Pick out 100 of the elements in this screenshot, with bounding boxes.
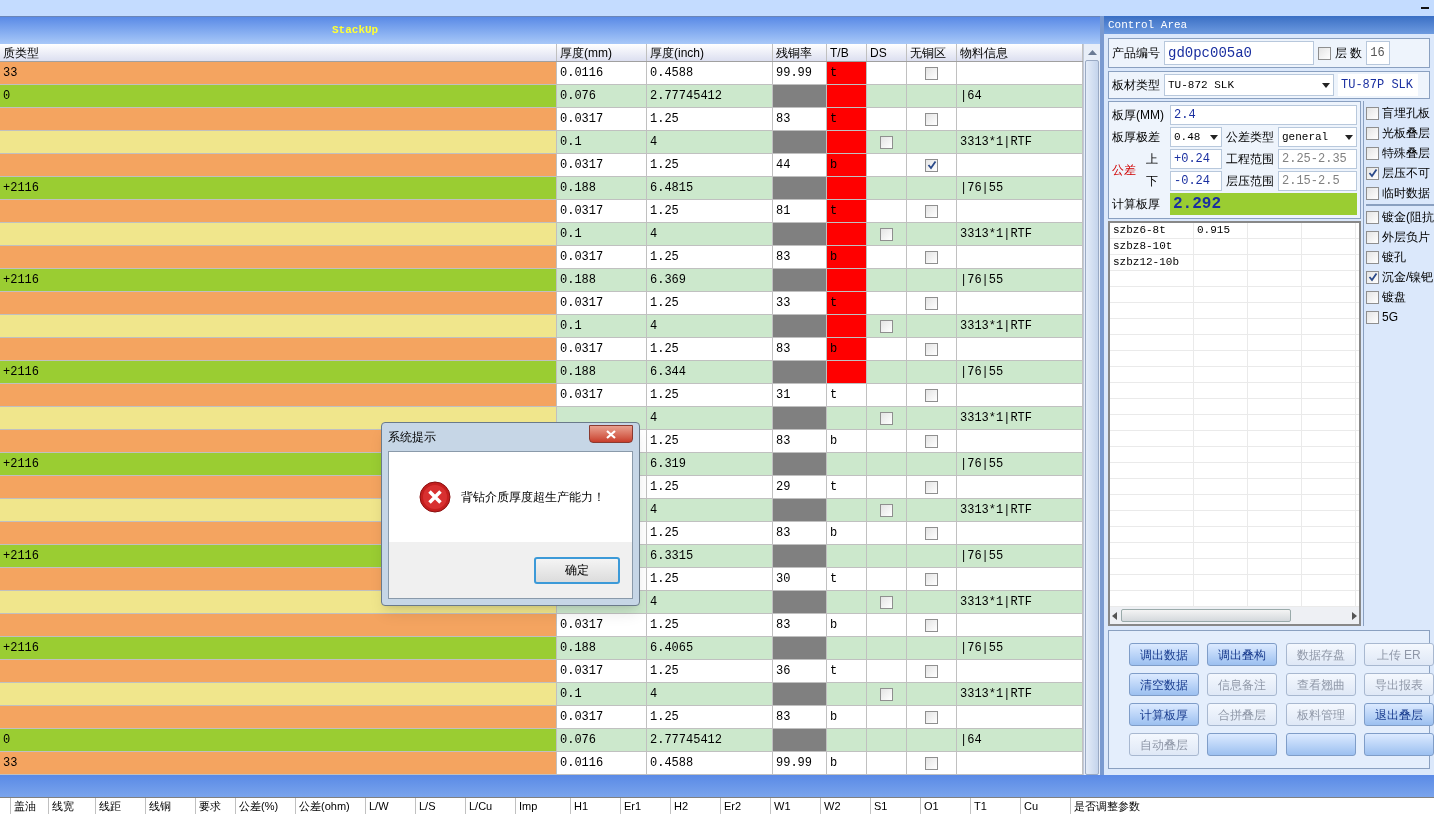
field-label: 产品编号 [1112, 45, 1160, 62]
column-header[interactable]: Imp [515, 798, 570, 814]
column-header[interactable]: T/B [827, 44, 867, 61]
column-header[interactable]: H2 [670, 798, 720, 814]
input-field[interactable]: 16 [1366, 41, 1391, 65]
table-cell-text: 3313*1|RTF [960, 594, 1032, 611]
left-arrow-icon[interactable] [1112, 611, 1117, 620]
checkbox[interactable] [880, 687, 893, 701]
column-header[interactable]: 线宽 [48, 798, 95, 814]
horizontal-scrollbar[interactable] [1110, 607, 1359, 624]
checkbox[interactable] [925, 204, 938, 218]
scrollbar[interactable] [1083, 44, 1100, 775]
close-button[interactable] [589, 425, 633, 443]
checkbox[interactable] [1366, 290, 1379, 304]
column-header[interactable]: 残铜率 [773, 44, 827, 61]
checkbox[interactable] [1366, 106, 1379, 120]
action-button[interactable]: 清空数据 [1129, 673, 1199, 696]
checkbox[interactable] [925, 112, 938, 126]
column-header[interactable]: 公差(%) [235, 798, 295, 814]
column-header[interactable]: W2 [820, 798, 870, 814]
action-button[interactable] [1363, 733, 1434, 756]
action-button[interactable] [1285, 733, 1356, 756]
column-header[interactable]: O1 [920, 798, 970, 814]
table-cell-text: 1.25 [650, 111, 679, 128]
input-field[interactable]: gd0pc005a0 [1164, 41, 1314, 65]
column-header[interactable]: L/Cu [465, 798, 515, 814]
error-icon [419, 481, 451, 513]
input-field[interactable]: +0.24 [1170, 149, 1222, 169]
column-header[interactable]: W1 [770, 798, 820, 814]
checkbox[interactable] [1366, 126, 1379, 140]
checkbox[interactable] [1366, 310, 1379, 324]
column-header[interactable]: 公差(ohm) [295, 798, 365, 814]
checkbox[interactable] [880, 503, 893, 517]
checkbox[interactable] [925, 342, 938, 356]
checkbox[interactable] [925, 664, 938, 678]
ok-button[interactable]: 确定 [534, 556, 620, 584]
column-header[interactable]: Er2 [720, 798, 770, 814]
column-header[interactable]: L/W [365, 798, 415, 814]
column-header[interactable]: S1 [870, 798, 920, 814]
column-header[interactable]: L/S [415, 798, 465, 814]
tb-cell: t [827, 108, 867, 130]
checkbox[interactable] [925, 250, 938, 264]
table-cell-text: 0.076 [560, 732, 596, 749]
input-field[interactable]: 2.4 [1170, 105, 1357, 125]
checkbox[interactable] [925, 296, 938, 310]
column-header[interactable]: 盖油 [10, 798, 48, 814]
checkbox[interactable] [880, 319, 893, 333]
input-field[interactable]: TU-87P SLK [1338, 74, 1418, 96]
checkbox[interactable] [925, 756, 938, 770]
input-field[interactable]: -0.24 [1170, 171, 1222, 191]
checkbox[interactable] [925, 66, 938, 80]
checkbox[interactable] [1366, 166, 1379, 180]
dropdown[interactable]: general [1278, 127, 1357, 147]
column-header[interactable]: H1 [570, 798, 620, 814]
column-header[interactable]: 无铜区 [907, 44, 957, 61]
dropdown[interactable]: TU-872 SLK [1164, 74, 1334, 96]
checkbox[interactable] [925, 572, 938, 586]
column-header[interactable]: 要求 [195, 798, 235, 814]
checkbox[interactable] [1366, 210, 1379, 224]
checkbox[interactable] [880, 595, 893, 609]
column-header[interactable]: 质类型 [0, 44, 557, 61]
action-button[interactable]: 退出叠层 [1363, 703, 1434, 726]
checkbox[interactable] [925, 480, 938, 494]
checkbox[interactable] [925, 710, 938, 724]
action-button[interactable]: 调出数据 [1129, 643, 1199, 666]
checkbox[interactable] [1366, 270, 1379, 284]
column-header[interactable]: Cu [1020, 798, 1070, 814]
column-header[interactable]: Er1 [620, 798, 670, 814]
up-arrow-icon[interactable] [1087, 49, 1097, 55]
dropdown[interactable]: 0.48 [1170, 127, 1222, 147]
column-header[interactable]: 厚度(mm) [557, 44, 647, 61]
column-header[interactable]: 厚度(inch) [647, 44, 773, 61]
checkbox[interactable] [925, 526, 938, 540]
column-header[interactable]: 线铜 [145, 798, 195, 814]
checkbox[interactable] [880, 411, 893, 425]
checkbox[interactable] [1366, 186, 1379, 200]
tb-cell: t [827, 292, 867, 314]
checkbox[interactable] [925, 434, 938, 448]
action-button[interactable] [1207, 733, 1278, 756]
checkbox[interactable] [880, 135, 893, 149]
checkbox[interactable] [1366, 146, 1379, 160]
checkbox[interactable] [1318, 46, 1331, 60]
column-header[interactable]: 线距 [95, 798, 145, 814]
action-button[interactable]: 计算板厚 [1129, 703, 1199, 726]
action-button[interactable]: 调出叠构 [1207, 643, 1278, 666]
checkbox[interactable] [925, 618, 938, 632]
checkbox[interactable] [925, 388, 938, 402]
column-header[interactable]: 是否调整参数 [1070, 798, 1210, 814]
table-cell-text: 1.25 [650, 341, 679, 358]
checkbox[interactable] [925, 158, 938, 172]
table-cell-text: 1.25 [650, 157, 679, 174]
checkbox[interactable] [1366, 230, 1379, 244]
scrollbar-thumb[interactable] [1085, 60, 1099, 775]
minimize-icon[interactable] [1421, 6, 1429, 10]
column-header[interactable]: T1 [970, 798, 1020, 814]
checkbox[interactable] [880, 227, 893, 241]
scrollbar-thumb[interactable] [1121, 609, 1291, 622]
column-header[interactable]: DS [867, 44, 907, 61]
right-arrow-icon[interactable] [1352, 611, 1357, 620]
checkbox[interactable] [1366, 250, 1379, 264]
